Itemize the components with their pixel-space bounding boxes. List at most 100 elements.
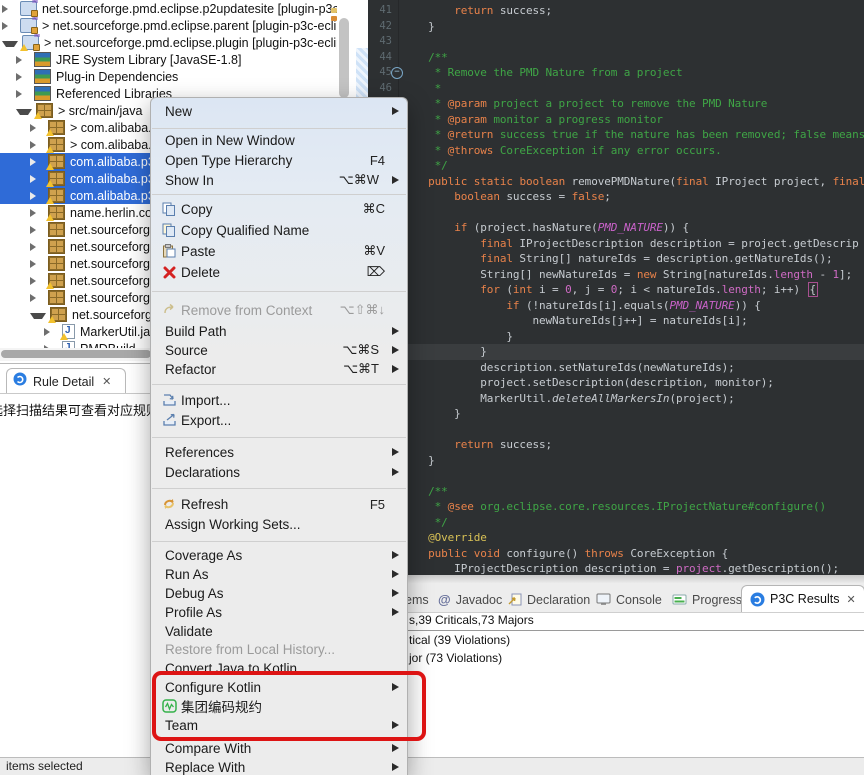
menu-item-coverage-as[interactable]: Coverage As (151, 545, 407, 565)
menu-item-run-as[interactable]: Run As (151, 564, 407, 584)
results-view: ems @JavadocDeclarationConsole ProgressP3C… (352, 575, 864, 757)
menu-item-debug-as[interactable]: Debug As (151, 583, 407, 603)
menu-item-compare-with[interactable]: Compare With (151, 738, 407, 758)
scrollbar-thumb[interactable] (339, 18, 349, 98)
menu-item-source[interactable]: Source⌥⌘S (151, 340, 407, 360)
result-row[interactable]: s,39 Criticals,73 Majors (409, 613, 534, 627)
warning-overlay-icon (46, 180, 54, 187)
tree-row-label: name.herlin.cor (70, 206, 156, 220)
collapsed-arrow-icon[interactable] (30, 260, 44, 268)
view-tab-label: ems (405, 593, 429, 607)
fold-collapse-icon[interactable]: − (391, 67, 403, 79)
menu-item-export[interactable]: Export... (151, 410, 407, 430)
collapsed-arrow-icon[interactable] (30, 141, 44, 149)
result-row[interactable]: jor (73 Violations) (409, 651, 502, 665)
collapsed-arrow-icon[interactable] (30, 243, 44, 251)
tree-row[interactable]: Plug-in Dependencies (0, 68, 352, 85)
tab-rule-detail[interactable]: Rule Detail ✕ (6, 368, 126, 394)
package-icon (48, 290, 65, 305)
menu-item-validate[interactable]: Validate (151, 621, 407, 641)
tree-row-label: MarkerUtil.ja (80, 325, 150, 339)
tree-row[interactable]: M> net.sourceforge.pmd.eclipse.parent [p… (0, 17, 352, 34)
close-icon[interactable]: ✕ (102, 375, 111, 388)
collapsed-arrow-icon[interactable] (30, 209, 44, 217)
menu-item-remove-from-context[interactable]: Remove from Context⌥⇧⌘↓ (151, 300, 407, 320)
collapsed-arrow-icon[interactable] (2, 5, 16, 13)
tree-row[interactable]: JRE System Library [JavaSE-1.8] (0, 51, 352, 68)
collapsed-arrow-icon[interactable] (30, 277, 44, 285)
package-icon (48, 188, 65, 203)
menu-item-declarations[interactable]: Declarations (151, 462, 407, 482)
close-icon[interactable]: ✕ (846, 593, 855, 606)
menu-item-show-in[interactable]: Show In⌥⌘W (151, 170, 407, 190)
view-tab-p3c-results[interactable]: P3C Results✕ (741, 585, 864, 612)
menu-item-copy-qualified-name[interactable]: Copy Qualified Name (151, 220, 407, 240)
collapsed-arrow-icon[interactable] (30, 192, 44, 200)
menu-item-profile-as[interactable]: Profile As (151, 602, 407, 622)
removectx-icon (161, 303, 177, 318)
package-icon (48, 222, 65, 237)
import-icon (161, 393, 177, 408)
code-editor[interactable]: 4142434445464748495051525354555657585960… (368, 0, 864, 575)
menu-item-references[interactable]: References (151, 442, 407, 462)
collapsed-arrow-icon[interactable] (2, 22, 16, 30)
menu-item-restore-from-local-history[interactable]: Restore from Local History... (151, 639, 407, 659)
tree-row[interactable]: Mnet.sourceforge.pmd.eclipse.p2updatesit… (0, 0, 352, 17)
menu-item-label: Compare With (165, 741, 407, 756)
menu-item-label: Run As (165, 567, 407, 582)
menu-item-assign-working-sets[interactable]: Assign Working Sets... (151, 514, 407, 534)
result-row[interactable]: tical (39 Violations) (409, 633, 510, 647)
tree-row-label: com.alibaba.p3 (70, 189, 155, 203)
menu-item-copy[interactable]: Copy⌘C (151, 199, 407, 219)
menu-item-label: Coverage As (165, 548, 407, 563)
menu-item-build-path[interactable]: Build Path (151, 321, 407, 341)
tree-row-label: net.sourceforge (70, 274, 157, 288)
menu-item-paste[interactable]: Paste⌘V (151, 241, 407, 261)
collapsed-arrow-icon[interactable] (44, 328, 58, 336)
view-tab-javadoc[interactable]: @Javadoc (438, 587, 502, 612)
editor-line (399, 205, 864, 221)
warning-overlay-icon (46, 214, 54, 221)
tree-row-label: > com.alibaba.p (70, 121, 159, 135)
collapsed-arrow-icon[interactable] (16, 90, 30, 98)
menu-item-refresh[interactable]: RefreshF5 (151, 494, 407, 514)
warning-overlay-icon (46, 282, 54, 289)
view-tab-declaration[interactable]: Declaration (508, 587, 590, 612)
editor-line: } (399, 19, 864, 35)
menu-item-replace-with[interactable]: Replace With (151, 757, 407, 775)
collapsed-arrow-icon[interactable] (30, 294, 44, 302)
tree-row[interactable]: M> net.sourceforge.pmd.eclipse.plugin [p… (0, 34, 352, 51)
panel-sash[interactable] (352, 575, 864, 584)
view-tab-ems[interactable]: ems (405, 587, 429, 612)
line-number: 43 (368, 34, 392, 50)
menu-item-import[interactable]: Import... (151, 390, 407, 410)
menu-separator (152, 541, 406, 542)
menu-shortcut: ⌦ (367, 264, 385, 280)
menu-item-open-type-hierarchy[interactable]: Open Type HierarchyF4 (151, 150, 407, 170)
expanded-arrow-icon[interactable] (30, 313, 46, 319)
collapsed-arrow-icon[interactable] (30, 226, 44, 234)
tree-row-label: JRE System Library [JavaSE-1.8] (56, 53, 241, 67)
view-tab-progress[interactable]: Progress (672, 587, 742, 612)
editor-line: } (399, 406, 864, 422)
scrollbar-thumb[interactable] (1, 350, 151, 358)
menu-item-refactor[interactable]: Refactor⌥⌘T (151, 359, 407, 379)
editor-line: * @return success true if the nature has… (399, 127, 864, 143)
collapsed-arrow-icon[interactable] (30, 124, 44, 132)
collapsed-arrow-icon[interactable] (30, 158, 44, 166)
editor-line: } (399, 329, 864, 345)
expanded-arrow-icon[interactable] (2, 41, 18, 47)
collapsed-arrow-icon[interactable] (16, 56, 30, 64)
menu-item-open-in-new-window[interactable]: Open in New Window (151, 130, 407, 150)
menu-item-delete[interactable]: Delete⌦ (151, 262, 407, 282)
expanded-arrow-icon[interactable] (16, 109, 32, 115)
collapsed-arrow-icon[interactable] (16, 73, 30, 81)
menu-item-label: New (165, 104, 407, 119)
collapsed-arrow-icon[interactable] (30, 175, 44, 183)
editor-line: String[] newNatureIds = new String[natur… (399, 267, 864, 283)
annotation-highlight (152, 671, 426, 741)
tree-row-label: net.sourceforge (70, 240, 157, 254)
menu-item-new[interactable]: New (151, 101, 407, 121)
submenu-arrow-icon (392, 176, 399, 184)
view-tab-console[interactable]: Console (596, 587, 662, 612)
